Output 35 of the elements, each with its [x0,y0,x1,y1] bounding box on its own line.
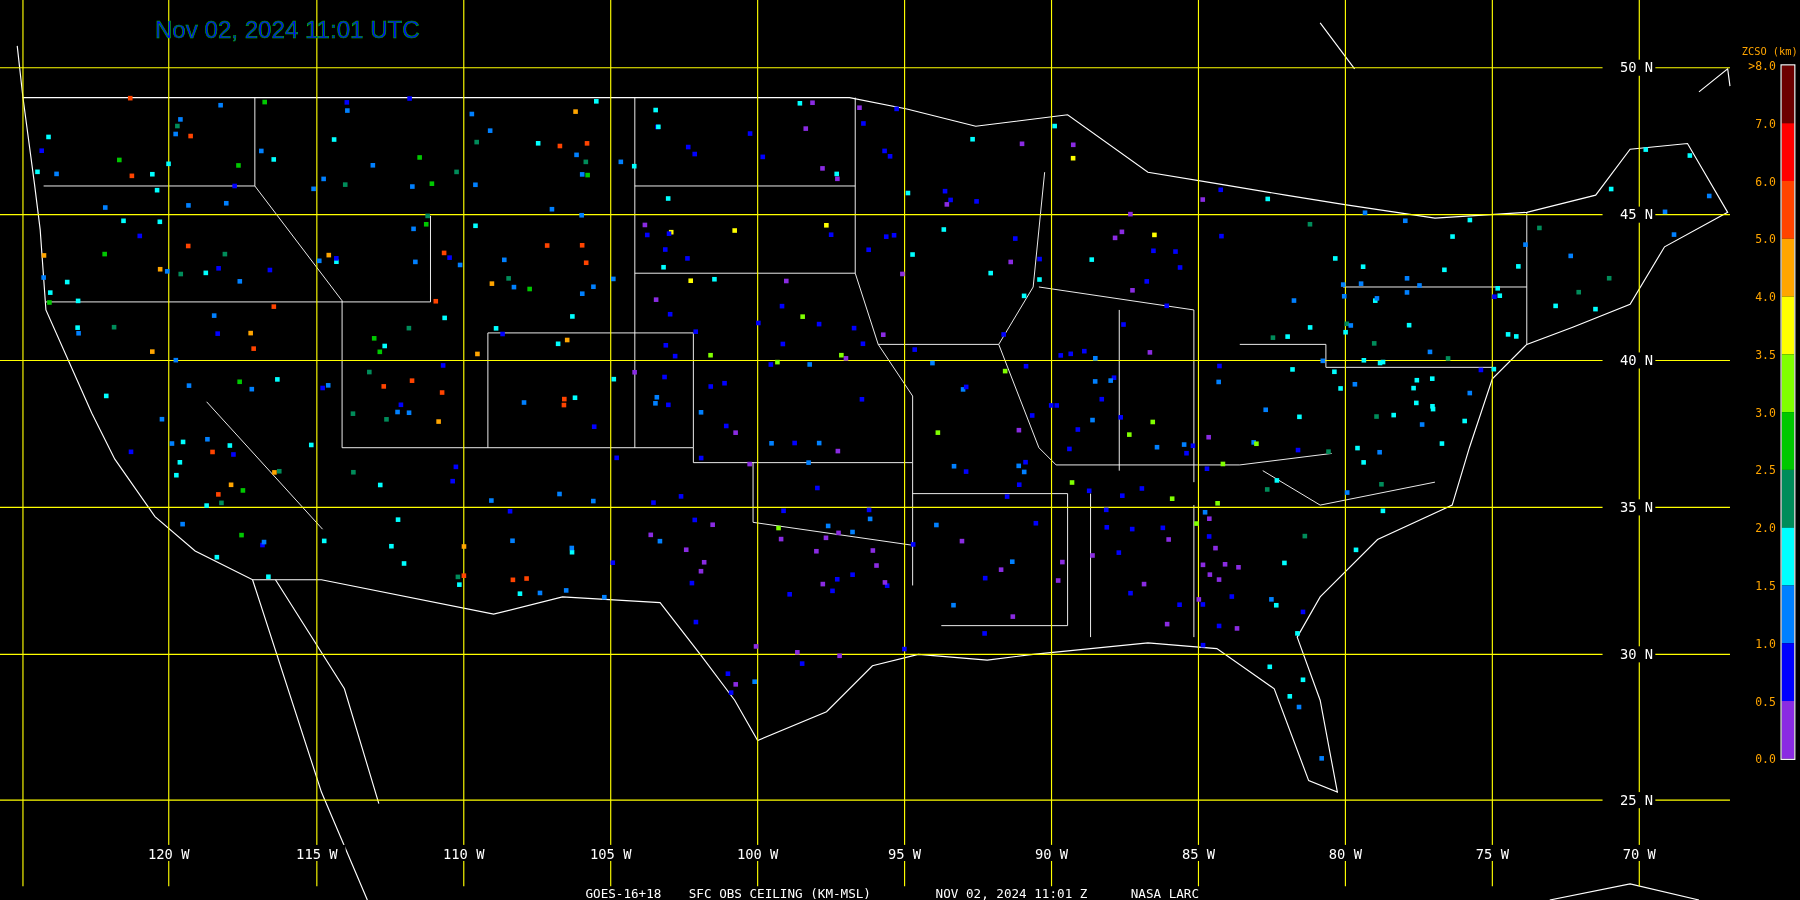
legend-label: 2.5 [1755,463,1776,478]
longitude-label: 70 W [1622,845,1656,862]
legend-label: 3.0 [1755,405,1776,420]
longitude-label: 105 W [590,845,632,862]
caption-text: SFC OBS CEILING (KM-MSL) [688,885,871,900]
longitude-label: 80 W [1328,845,1362,862]
latitude-label: 40 N [1619,352,1654,369]
legend-label: 3.5 [1755,347,1776,362]
legend-label: 1.5 [1755,579,1776,594]
legend-label: 0.5 [1755,694,1776,709]
legend-title: ZCSO (km) [1741,45,1798,58]
caption-text: NASA LARC [1130,885,1200,900]
caption-text: GOES-16+18 [585,885,662,900]
longitude-label: 75 W [1475,845,1509,862]
legend-label: >8.0 [1748,59,1776,74]
latitude-label: 30 N [1619,645,1654,662]
caption-text: NOV 02, 2024 11:01 Z [935,885,1088,900]
legend-label: 5.0 [1755,232,1776,247]
latitude-label: 45 N [1619,206,1654,223]
longitude-label: 95 W [888,845,922,862]
legend-label: 7.0 [1755,116,1776,131]
longitude-label: 110 W [443,845,485,862]
longitude-label: 90 W [1034,845,1069,862]
legend-label: 2.0 [1755,521,1776,536]
longitude-label: 115 W [296,845,338,862]
latitude-label: 50 N [1619,59,1654,76]
longitude-label: 100 W [736,845,779,862]
longitude-label: 85 W [1181,845,1216,862]
latitude-label: 35 N [1619,499,1654,515]
legend-label: 6.0 [1755,174,1776,189]
legend-label: 4.0 [1755,290,1776,305]
longitude-label: 120 W [148,845,190,862]
legend-label: 0.0 [1755,752,1776,767]
latitude-label: 25 N [1619,791,1654,808]
legend-label: 1.0 [1755,636,1776,651]
